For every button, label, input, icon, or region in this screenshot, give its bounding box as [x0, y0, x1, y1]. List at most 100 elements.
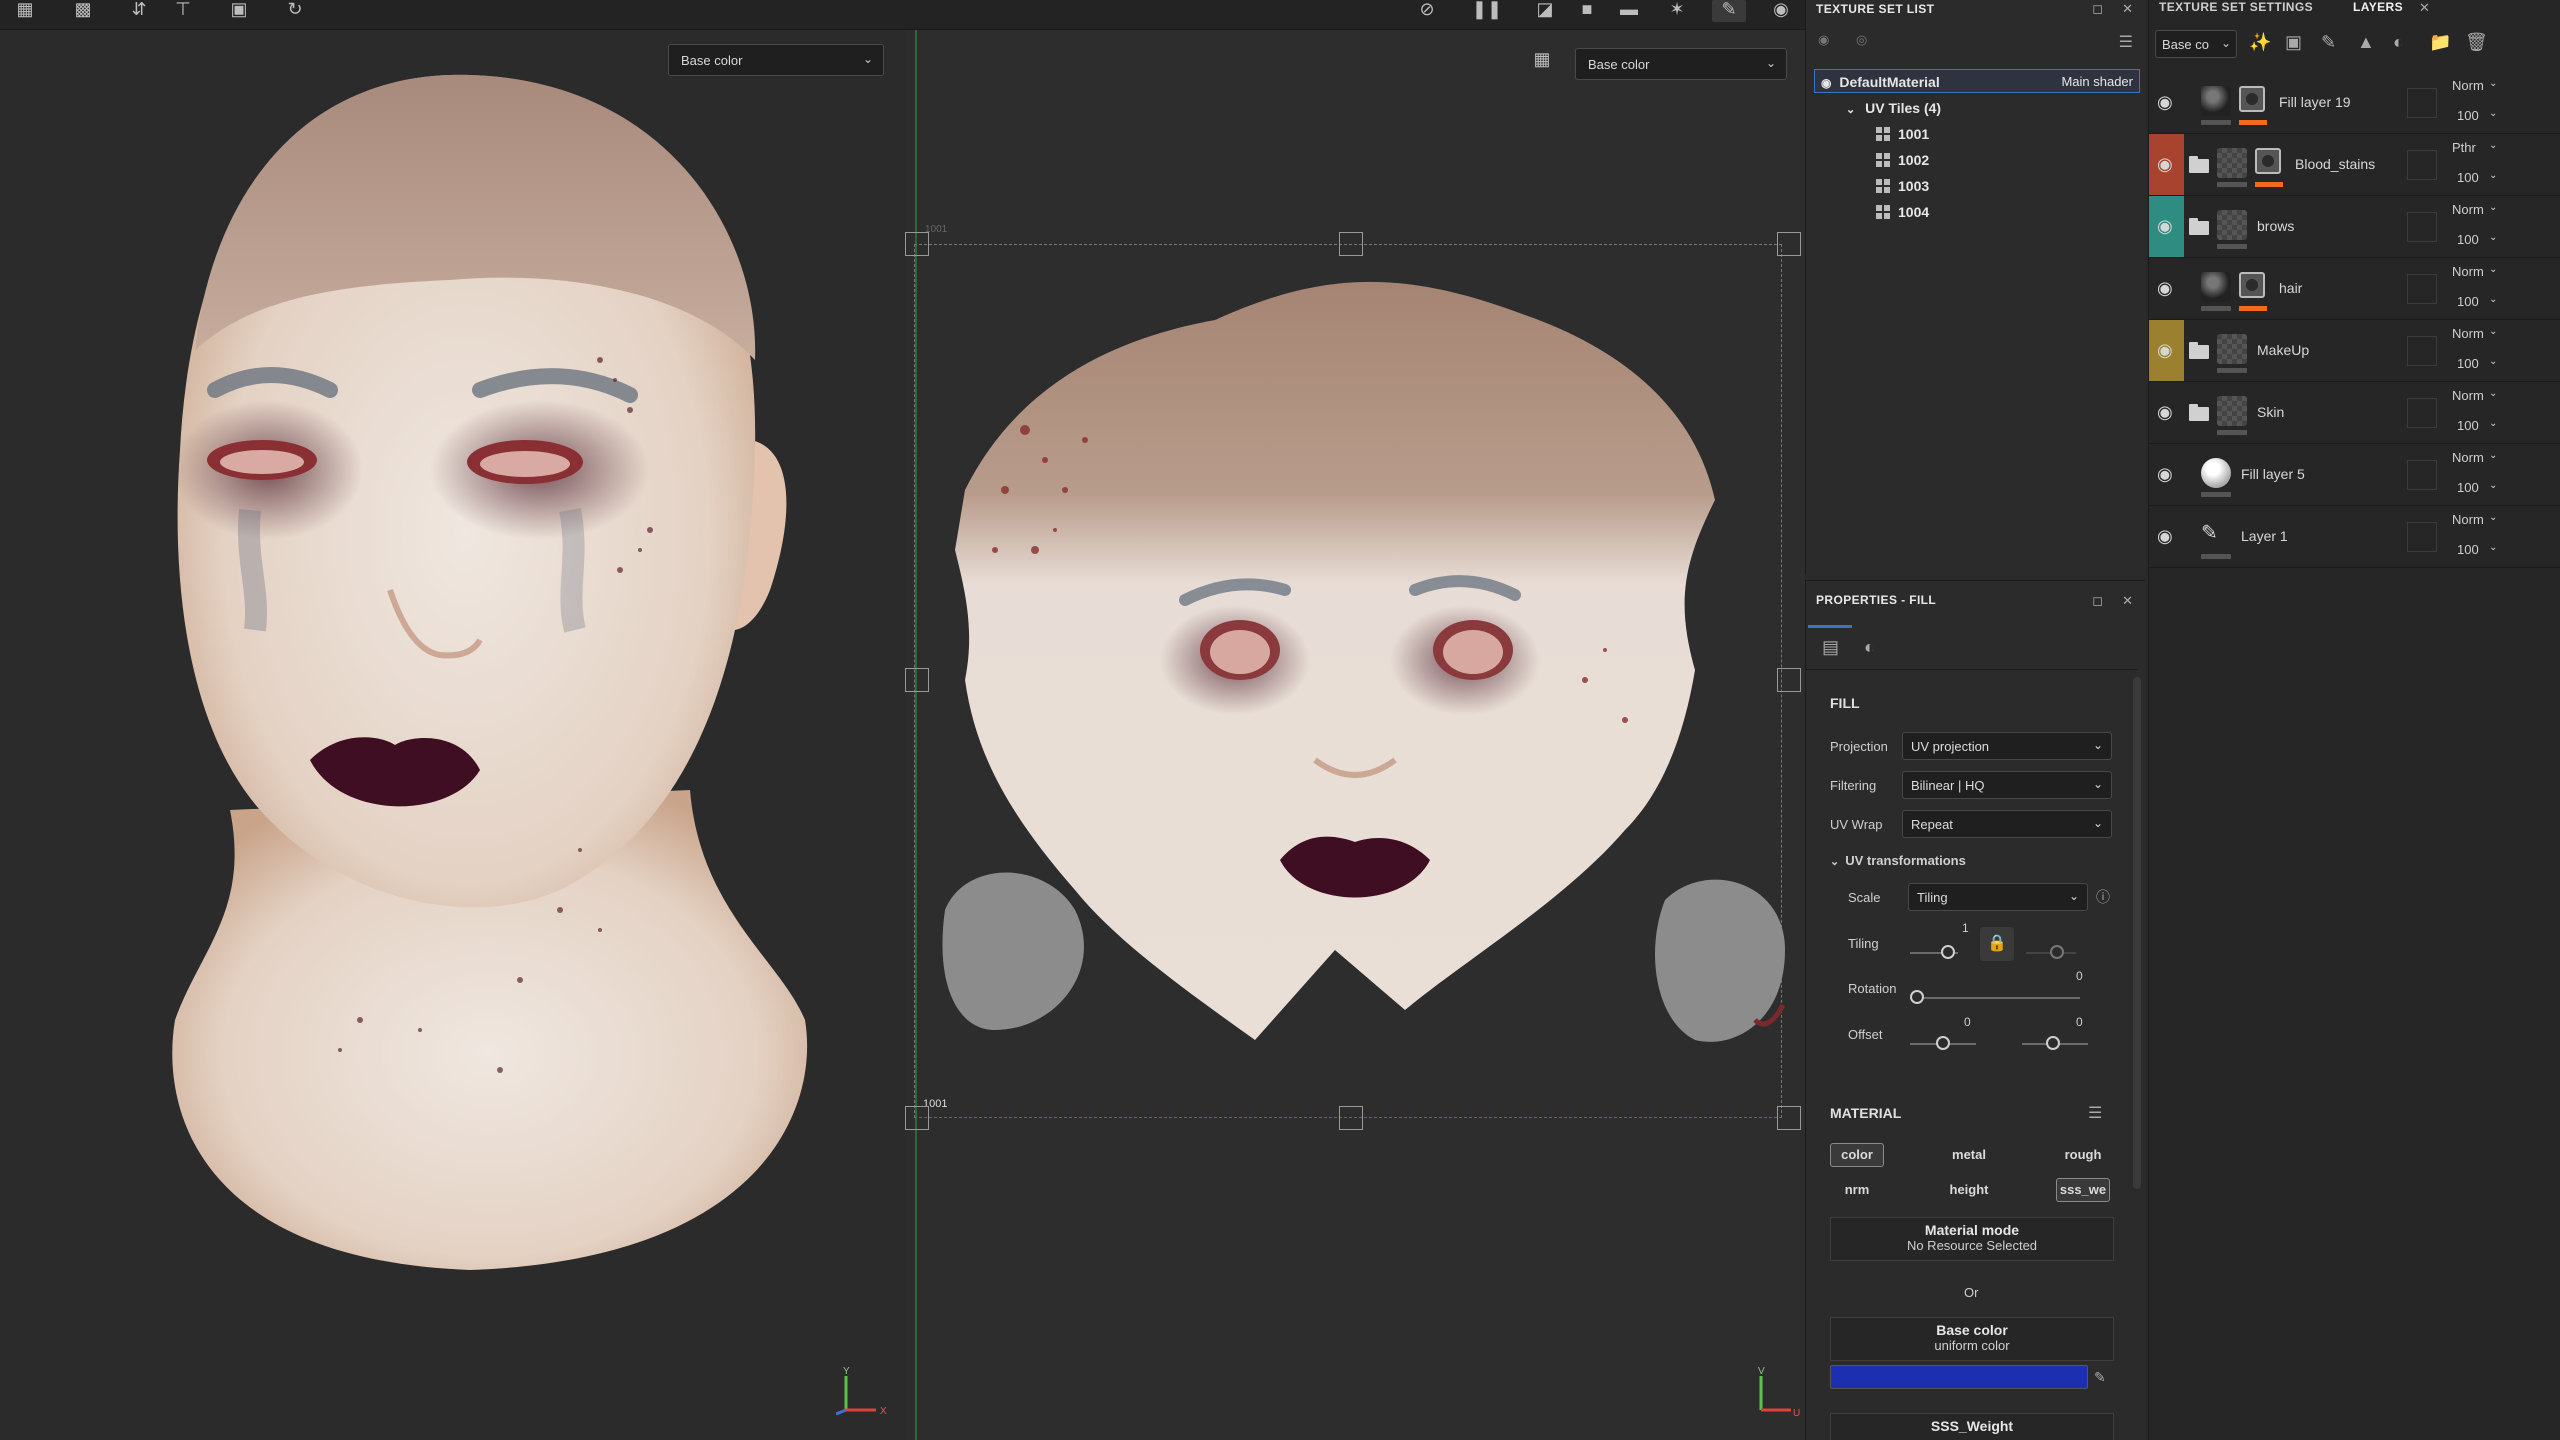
undock-icon[interactable]: ◻ [2092, 593, 2103, 609]
layer-mask-thumbnail[interactable] [2239, 272, 2265, 298]
filtering-select[interactable]: Bilinear | HQ ⌄ [1902, 771, 2112, 799]
scrollbar[interactable] [2133, 677, 2141, 1189]
projection-select[interactable]: UV projection ⌄ [1902, 732, 2112, 760]
camera-mode-icon[interactable]: ◪ [1528, 0, 1562, 22]
layer-mask-thumbnail[interactable] [2239, 86, 2265, 112]
layer-thumbnail[interactable] [2201, 272, 2231, 302]
uv-tile-item[interactable]: 1001 [1876, 122, 1929, 146]
layer-effect-slot[interactable] [2407, 274, 2437, 304]
eye-icon[interactable]: ◉ [2157, 154, 2173, 175]
layer-mask-thumbnail[interactable] [2255, 148, 2281, 174]
layer-row[interactable]: ◉ hair Norm ⌄ 100 ⌄ [2149, 258, 2560, 320]
blend-mode-select[interactable]: Norm [2452, 326, 2484, 341]
scale-select[interactable]: Tiling ⌄ [1908, 883, 2088, 911]
reset-icon[interactable]: ↻ [278, 0, 312, 22]
tab-material-icon[interactable]: ◐ [1864, 637, 1875, 658]
record-icon[interactable]: ▬ [1612, 0, 1646, 22]
frame-icon[interactable]: ▣ [222, 0, 256, 22]
layer-row[interactable]: ◉ MakeUp Norm ⌄ 100 ⌄ [2149, 320, 2560, 382]
blend-mode-select[interactable]: Pthr [2452, 140, 2476, 155]
tab-fill-properties-icon[interactable]: ▤ [1822, 637, 1839, 658]
layer-row[interactable]: ◉ Fill layer 5 Norm ⌄ 100 ⌄ [2149, 444, 2560, 506]
layer-row[interactable]: ◉ Fill layer 19 Norm ⌄ 100 ⌄ [2149, 72, 2560, 134]
blend-mode-select[interactable]: Norm [2452, 78, 2484, 93]
layer-name[interactable]: Skin [2257, 404, 2284, 420]
tile-view-icon[interactable]: ▩ [66, 0, 100, 22]
channel-color-button[interactable]: color [1830, 1143, 1884, 1167]
layer-thumbnail[interactable] [2201, 86, 2231, 116]
layer-thumbnail[interactable] [2217, 334, 2247, 364]
blend-mode-select[interactable]: Norm [2452, 512, 2484, 527]
blend-mode-select[interactable]: Norm [2452, 202, 2484, 217]
folder-icon[interactable] [2189, 342, 2209, 359]
opacity-value[interactable]: 100 [2457, 232, 2479, 247]
layer-effect-slot[interactable] [2407, 336, 2437, 366]
add-smart-material-icon[interactable]: ◐ [2393, 32, 2404, 53]
offset-u-slider-knob[interactable] [1936, 1036, 1950, 1050]
add-folder-icon[interactable]: 📁 [2429, 32, 2451, 53]
visibility-off-icon[interactable]: ◉ [1818, 32, 1829, 48]
uv-tile-item[interactable]: 1002 [1876, 148, 1929, 172]
close-icon[interactable]: ✕ [2419, 0, 2430, 16]
lock-icon[interactable]: 🔒 [1980, 927, 2014, 961]
opacity-value[interactable]: 100 [2457, 170, 2479, 185]
opacity-value[interactable]: 100 [2457, 480, 2479, 495]
paint-brush-icon[interactable]: ✎ [1712, 0, 1746, 22]
layer-name[interactable]: MakeUp [2257, 342, 2309, 358]
opacity-value[interactable]: 100 [2457, 108, 2479, 123]
bake-icon[interactable]: ✶ [1660, 0, 1694, 22]
folder-icon[interactable] [2189, 218, 2209, 235]
viewport-2d[interactable]: ▦ Base color ⌄ 1001 1001 V U [905, 30, 1805, 1440]
blend-mode-select[interactable]: Norm [2452, 264, 2484, 279]
layer-effect-slot[interactable] [2407, 460, 2437, 490]
close-icon[interactable]: ✕ [2122, 1, 2133, 17]
layer-thumbnail[interactable] [2201, 458, 2231, 488]
menu-icon[interactable]: ☰ [2119, 32, 2133, 52]
layer-effect-slot[interactable] [2407, 398, 2437, 428]
layer-effect-slot[interactable] [2407, 150, 2437, 180]
add-effect-icon[interactable]: ✨ [2249, 32, 2271, 53]
eye-icon[interactable]: ◉ [2157, 526, 2173, 547]
pause-icon[interactable]: ❚❚ [1470, 0, 1504, 22]
blend-mode-select[interactable]: Norm [2452, 388, 2484, 403]
rotation-slider-knob[interactable] [1910, 990, 1924, 1004]
eye-icon[interactable]: ◉ [2157, 340, 2173, 361]
info-icon[interactable]: ⓘ [2096, 887, 2110, 907]
menu-icon[interactable]: ☰ [2088, 1103, 2102, 1123]
channel-rough-button[interactable]: rough [2056, 1143, 2110, 1167]
blend-mode-select[interactable]: Norm [2452, 450, 2484, 465]
layer-name[interactable]: Layer 1 [2241, 528, 2288, 544]
layer-name[interactable]: Fill layer 19 [2279, 94, 2351, 110]
layer-row[interactable]: ◉ brows Norm ⌄ 100 ⌄ [2149, 196, 2560, 258]
undock-icon[interactable]: ◻ [2092, 1, 2103, 17]
screenshot-icon[interactable]: ◉ [1764, 0, 1798, 22]
texture-set-default-material[interactable]: ◉ DefaultMaterial Main shader [1814, 69, 2140, 93]
tiling-v-slider-knob[interactable] [2050, 945, 2064, 959]
layer-thumbnail[interactable] [2217, 148, 2247, 178]
symmetry-icon[interactable]: ⊤ [166, 0, 200, 22]
layer-effect-slot[interactable] [2407, 88, 2437, 118]
opacity-value[interactable]: 100 [2457, 294, 2479, 309]
opacity-value[interactable]: 100 [2457, 542, 2479, 557]
brush-icon[interactable]: ✎ [2201, 520, 2218, 545]
eye-icon[interactable]: ◎ [1856, 32, 1867, 48]
eye-icon[interactable]: ◉ [2157, 464, 2173, 485]
cube-icon[interactable]: ■ [1570, 0, 1604, 22]
layer-name[interactable]: hair [2279, 280, 2302, 296]
uv-tiles-group[interactable]: ⌄ UV Tiles (4) [1846, 96, 1941, 120]
base-color-swatch[interactable] [1830, 1365, 2088, 1389]
eye-icon[interactable]: ◉ [2157, 92, 2173, 113]
hide-icon[interactable]: ⊘ [1410, 0, 1444, 22]
uv-transformations-toggle[interactable]: ⌄ UV transformations [1830, 853, 1966, 868]
channel-nrm-button[interactable]: nrm [1830, 1178, 1884, 1202]
layer-thumbnail[interactable] [2217, 396, 2247, 426]
layer-row[interactable]: ◉ ✎ Layer 1 Norm ⌄ 100 ⌄ [2149, 506, 2560, 568]
material-mode-box[interactable]: Material mode No Resource Selected [1830, 1217, 2114, 1261]
add-mask-icon[interactable]: ▣ [2285, 32, 2302, 53]
mirror-icon[interactable]: ⇵ [122, 0, 156, 22]
uvwrap-select[interactable]: Repeat ⌄ [1902, 810, 2112, 838]
eye-icon[interactable]: ◉ [2157, 278, 2173, 299]
layer-row[interactable]: ◉ Skin Norm ⌄ 100 ⌄ [2149, 382, 2560, 444]
layer-name[interactable]: brows [2257, 218, 2294, 234]
grid-view-icon[interactable]: ▦ [8, 0, 42, 22]
